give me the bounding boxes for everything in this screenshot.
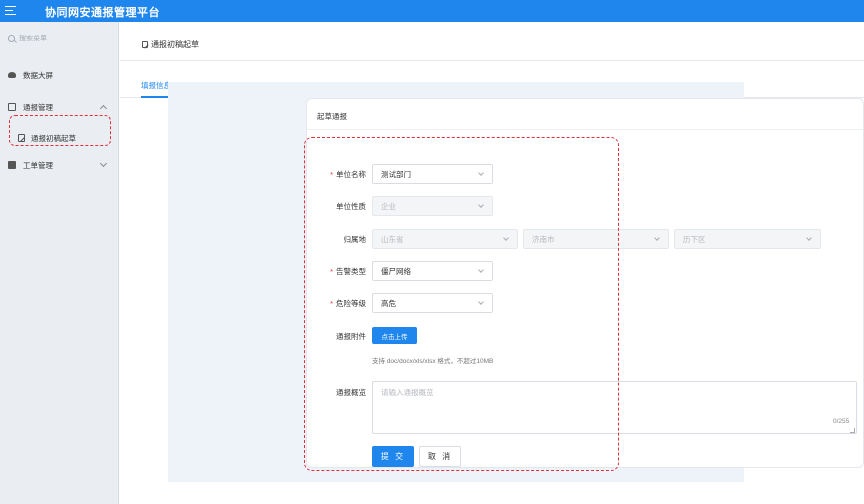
resize-handle-icon[interactable] [850, 428, 855, 433]
card-title: 起草通报 [317, 112, 347, 121]
chevron-down-icon [478, 170, 484, 176]
page-title: 通报初稿起草 [151, 40, 199, 49]
menu-toggle-icon[interactable] [5, 5, 16, 16]
unit-nature-label: 单位性质 [336, 202, 366, 211]
app-title: 协同网安通报管理平台 [45, 7, 160, 19]
required-mark: * [330, 170, 333, 179]
required-mark: * [330, 267, 333, 276]
ticket-icon [8, 161, 16, 169]
upload-hint: 支持 doc/docx/xls/xlsx 格式，不超过10MB [372, 358, 494, 365]
search-icon [8, 35, 15, 42]
chevron-down-icon [503, 235, 509, 241]
location-label: 归属地 [343, 235, 367, 244]
search-input[interactable] [19, 35, 109, 42]
risk-level-label: * 危险等级 [330, 299, 366, 308]
sidebar-item-label: 通报管理 [23, 102, 53, 112]
sidebar-item-label: 数据大屏 [23, 70, 53, 80]
top-header: 协同网安通报管理平台 [0, 0, 864, 22]
document-icon [142, 41, 148, 48]
summary-label: 通报概览 [336, 388, 366, 397]
alert-type-select[interactable]: 僵尸网络 [372, 261, 493, 281]
cancel-button[interactable]: 取 消 [419, 446, 461, 467]
province-select: 山东省 [372, 229, 518, 249]
upload-button[interactable]: 点击上传 [372, 327, 417, 344]
sidebar-item-label: 通报初稿起草 [31, 133, 76, 143]
chevron-down-icon [478, 202, 484, 208]
summary-textarea[interactable] [372, 381, 857, 434]
district-select: 历下区 [674, 229, 821, 249]
unit-nature-select: 企业 [372, 196, 493, 216]
unit-name-select[interactable]: 测试部门 [372, 164, 493, 184]
chevron-down-icon [478, 267, 484, 273]
dashboard-icon [8, 72, 16, 78]
chevron-down-icon [806, 235, 812, 241]
report-icon [8, 103, 16, 111]
chevron-up-icon [99, 104, 108, 113]
alert-type-label: * 告警类型 [330, 267, 366, 276]
attachment-label: 通报附件 [336, 332, 366, 341]
sidebar-item-ticket-management[interactable]: 工单管理 [0, 156, 118, 174]
chevron-down-icon [478, 299, 484, 305]
risk-level-select[interactable]: 高危 [372, 293, 493, 313]
required-mark: * [330, 299, 333, 308]
city-select: 济南市 [523, 229, 669, 249]
sidebar-search[interactable] [8, 35, 109, 42]
header-divider [120, 60, 864, 61]
chevron-down-icon [99, 159, 108, 168]
card-divider [307, 129, 864, 130]
tab-fill-info[interactable]: 填报信息 [141, 80, 171, 91]
unit-name-label: * 单位名称 [330, 170, 366, 179]
sidebar-item-dashboard[interactable]: 数据大屏 [0, 66, 118, 84]
chevron-down-icon [654, 235, 660, 241]
character-counter: 0/255 [833, 418, 850, 425]
sidebar-item-report-management[interactable]: 通报管理 [0, 98, 118, 116]
sidebar-item-draft-report[interactable]: 通报初稿起草 [10, 127, 110, 149]
breadcrumb: 通报初稿起草 [142, 39, 199, 50]
submit-button[interactable]: 提 交 [372, 446, 414, 467]
sidebar-item-label: 工单管理 [23, 160, 53, 170]
sidebar: 数据大屏 通报管理 通报初稿起草 工单管理 [0, 22, 119, 504]
edit-document-icon [18, 134, 25, 142]
